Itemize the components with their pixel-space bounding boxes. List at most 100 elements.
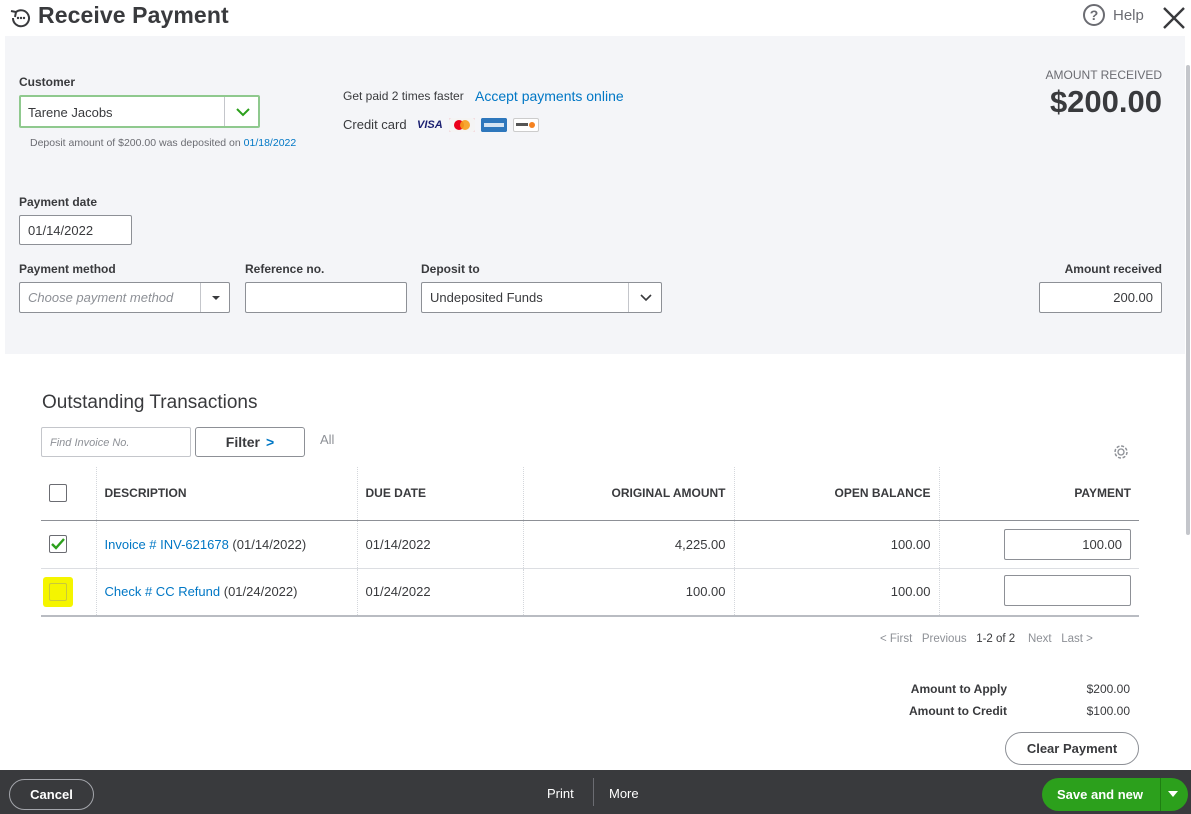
pager-next[interactable]: Next [1028, 633, 1052, 645]
table-row: Check # CC Refund (01/24/2022) 01/24/202… [41, 568, 1139, 617]
deposit-to-value: Undeposited Funds [430, 290, 543, 305]
row-description-date: (01/24/2022) [220, 584, 298, 600]
amex-logo [480, 118, 507, 132]
checkmark-icon [51, 538, 65, 550]
amount-to-apply-row: Amount to Apply $200.00 [880, 678, 1130, 700]
customer-label: Customer [19, 75, 76, 89]
gear-icon[interactable] [1111, 442, 1131, 462]
print-button[interactable]: Print [547, 786, 574, 801]
amount-to-credit-row: Amount to Credit $100.00 [880, 700, 1130, 722]
deposit-note: Deposit amount of $200.00 was deposited … [30, 137, 296, 149]
row-original-amount: 100.00 [523, 568, 735, 617]
outstanding-transactions-title: Outstanding Transactions [42, 392, 258, 413]
row-open-balance: 100.00 [734, 568, 940, 617]
row-original-amount: 4,225.00 [523, 520, 735, 569]
highlight-marker [43, 576, 73, 607]
column-original-amount[interactable]: ORIGINAL AMOUNT [523, 467, 735, 521]
row-description: Check # CC Refund (01/24/2022) [96, 568, 358, 617]
payment-method-toggle[interactable] [200, 283, 230, 312]
customer-value: Tarene Jacobs [28, 105, 113, 120]
select-all-cell [41, 467, 97, 521]
reference-no-label: Reference no. [245, 262, 325, 276]
row-checkbox-checked[interactable] [49, 535, 67, 553]
caret-down-icon[interactable] [1168, 791, 1178, 797]
column-due-date[interactable]: DUE DATE [357, 467, 524, 521]
row-payment-cell: 100.00 [939, 520, 1139, 569]
more-button[interactable]: More [609, 786, 639, 801]
transactions-table: DESCRIPTION DUE DATE ORIGINAL AMOUNT OPE… [41, 467, 1139, 617]
deposit-note-text: Deposit amount of $200.00 was deposited … [30, 137, 244, 149]
table-header-row: DESCRIPTION DUE DATE ORIGINAL AMOUNT OPE… [41, 467, 1139, 521]
question-circle-icon: ? [1083, 4, 1105, 26]
payment-input[interactable] [1004, 574, 1131, 606]
row-due-date: 01/14/2022 [357, 520, 524, 569]
cancel-button[interactable]: Cancel [9, 779, 94, 810]
payment-date-input[interactable]: 01/14/2022 [19, 215, 132, 245]
credit-card-label: Credit card [343, 117, 407, 132]
pager-first[interactable]: < First [880, 633, 912, 645]
footer-divider [593, 778, 594, 806]
deposit-to-label: Deposit to [421, 262, 480, 276]
scrollbar[interactable] [1186, 65, 1190, 535]
customer-dropdown-toggle[interactable] [224, 97, 260, 126]
row-payment-cell [939, 568, 1139, 617]
payment-date-label: Payment date [19, 195, 98, 209]
row-open-balance: 100.00 [734, 520, 940, 569]
amount-to-apply-label: Amount to Apply [910, 682, 1007, 696]
find-invoice-input[interactable]: Find Invoice No. [41, 427, 191, 457]
amount-to-credit-label: Amount to Credit [909, 704, 1007, 718]
column-payment[interactable]: PAYMENT [939, 467, 1139, 521]
save-split-divider [1160, 778, 1161, 811]
chevron-right-icon: > [266, 434, 275, 450]
help-button[interactable]: ? Help [1083, 4, 1144, 26]
amount-to-credit-value: $100.00 [1086, 704, 1130, 718]
caret-down-icon [212, 296, 220, 300]
deposit-to-select[interactable]: Undeposited Funds [421, 282, 662, 313]
pager-last[interactable]: Last > [1061, 633, 1093, 645]
close-icon[interactable] [1160, 4, 1188, 32]
save-and-new-button[interactable]: Save and new [1042, 778, 1188, 811]
table-row: Invoice # INV-621678 (01/14/2022) 01/14/… [41, 520, 1139, 569]
row-select-cell [41, 520, 97, 569]
payment-input[interactable]: 100.00 [1004, 528, 1131, 560]
check-link[interactable]: Check # CC Refund [105, 584, 221, 599]
customer-select[interactable]: Tarene Jacobs [19, 95, 260, 128]
column-open-balance[interactable]: OPEN BALANCE [734, 467, 940, 521]
payment-method-label: Payment method [19, 262, 116, 276]
deposit-to-toggle[interactable] [628, 283, 662, 312]
column-description[interactable]: DESCRIPTION [96, 467, 358, 521]
mastercard-logo [448, 118, 475, 132]
row-due-date: 01/24/2022 [357, 568, 524, 617]
save-and-new-label: Save and new [1057, 787, 1143, 802]
amount-to-apply-value: $200.00 [1086, 682, 1130, 696]
reference-no-input[interactable] [245, 282, 407, 313]
visa-logo: VISA [417, 119, 443, 131]
invoice-link[interactable]: Invoice # INV-621678 [105, 537, 229, 552]
amount-received-total: $200.00 [1049, 84, 1162, 119]
pager-previous[interactable]: Previous [922, 633, 967, 645]
payment-totals: Amount to Apply $200.00 Amount to Credit… [880, 678, 1130, 722]
header: Receive Payment ? Help [0, 0, 1191, 36]
footer-bar: Cancel Print More Save and new [0, 770, 1191, 814]
amount-received-input[interactable]: 200.00 [1039, 282, 1162, 313]
row-checkbox-unchecked[interactable] [49, 582, 67, 601]
pager-current: 1-2 of 2 [976, 633, 1016, 645]
select-all-checkbox[interactable] [49, 484, 67, 503]
filter-button[interactable]: Filter > [195, 427, 305, 457]
row-description-date: (01/14/2022) [228, 536, 307, 552]
accept-payments-link[interactable]: Accept payments online [475, 88, 624, 104]
help-label: Help [1113, 6, 1144, 24]
promo-text: Get paid 2 times faster [343, 89, 464, 103]
card-logos: VISA [417, 118, 539, 132]
clear-payment-button[interactable]: Clear Payment [1005, 732, 1139, 765]
chevron-down-icon [640, 294, 652, 302]
filter-label: Filter [225, 434, 261, 450]
payment-method-select[interactable]: Choose payment method [19, 282, 230, 313]
discover-logo [512, 118, 539, 132]
payment-method-placeholder: Choose payment method [28, 290, 174, 305]
amount-received-label: AMOUNT RECEIVED [1045, 68, 1162, 82]
amount-received-field-label: Amount received [1064, 262, 1162, 276]
chevron-down-icon [236, 108, 250, 117]
deposit-date-link[interactable]: 01/18/2022 [244, 137, 297, 149]
row-select-cell [41, 568, 97, 617]
